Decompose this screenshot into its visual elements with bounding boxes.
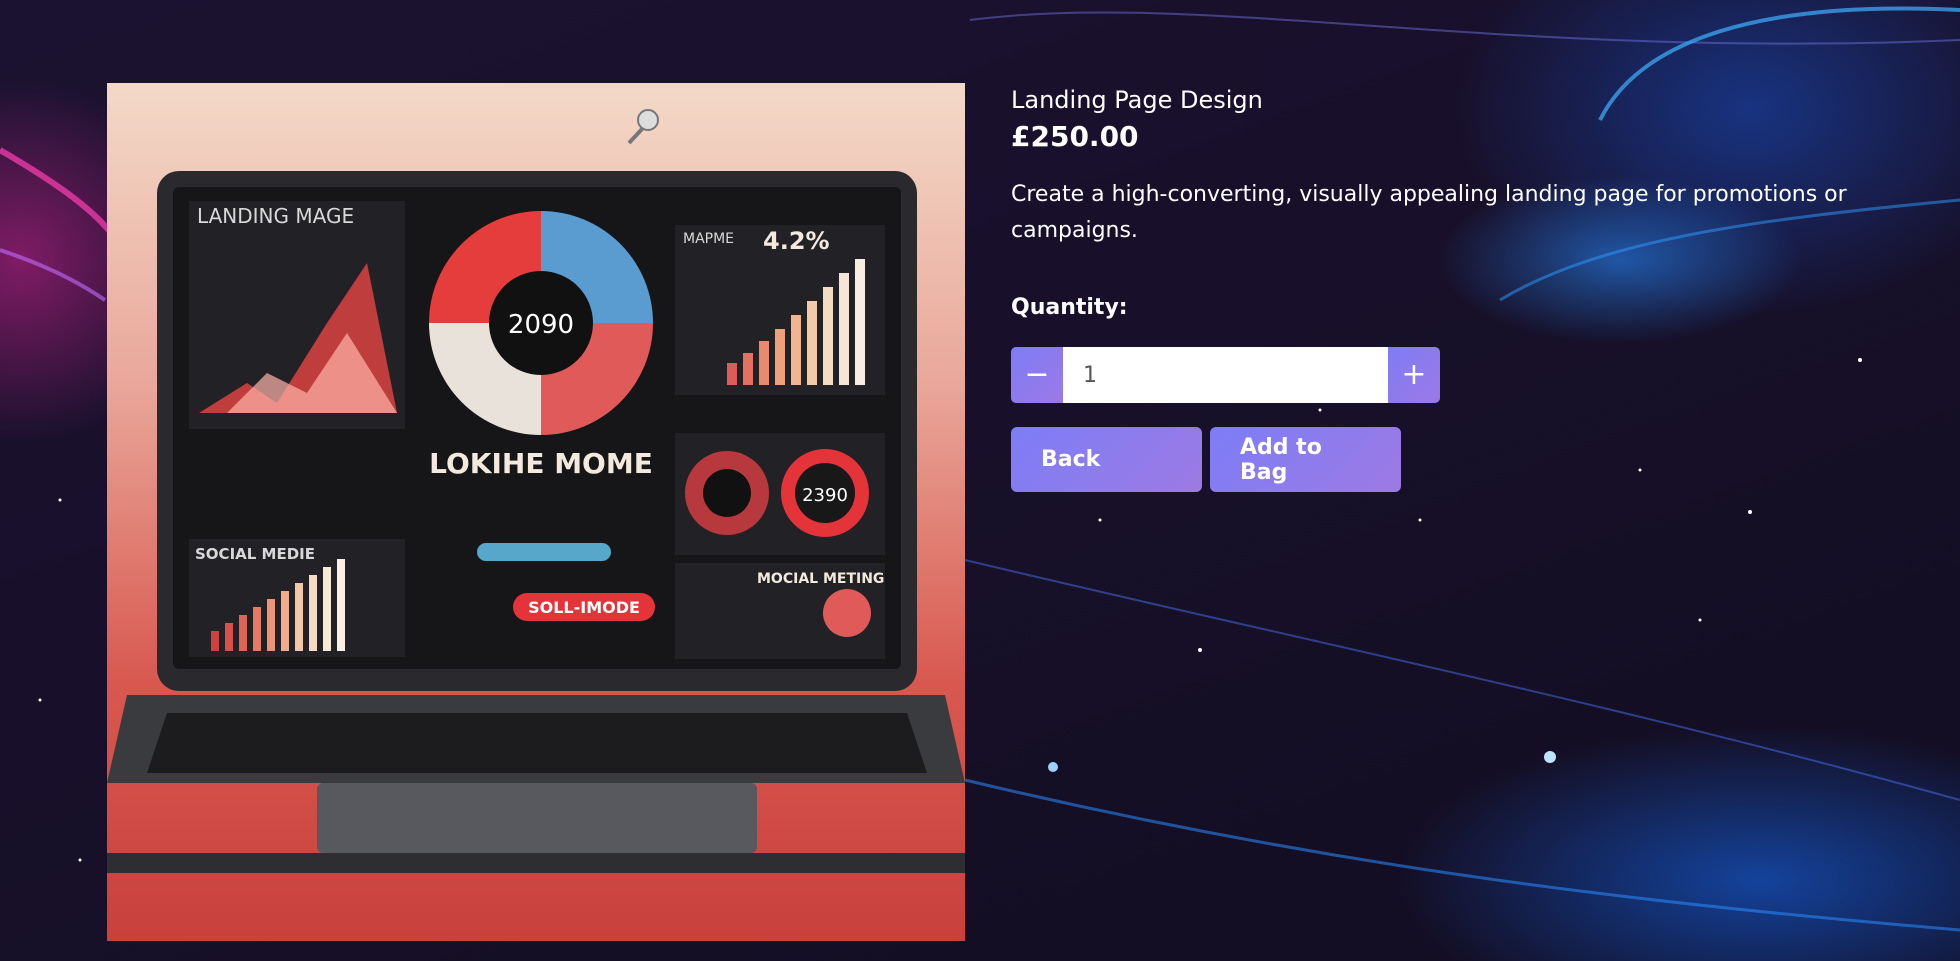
decrement-button[interactable]: − — [1011, 347, 1063, 403]
action-buttons: Back Add to Bag — [1011, 427, 1871, 492]
pin-icon — [627, 109, 659, 145]
quantity-stepper: − + — [1011, 347, 1440, 403]
quantity-input[interactable] — [1063, 347, 1388, 403]
add-to-bag-button[interactable]: Add to Bag — [1210, 427, 1401, 492]
screen-heading-left: LANDING MAGE — [197, 204, 354, 228]
minus-icon: − — [1024, 357, 1050, 392]
screen-social-meting: MOCIAL METING — [757, 571, 884, 587]
product-price: £250.00 — [1011, 120, 1139, 153]
back-button[interactable]: Back — [1011, 427, 1202, 492]
laptop-illustration: LANDING MAGE 2090 LOKIHE MOME SOLL-IMODE… — [107, 109, 965, 873]
screen-social: SOCIAL MEDIE — [195, 545, 315, 563]
screen-marketing: MAPME — [683, 231, 734, 247]
product-description: Create a high-converting, visually appea… — [1011, 182, 1847, 243]
screen-cta: SOLL-IMODE — [528, 598, 640, 617]
screen-center-metric: 2090 — [508, 310, 574, 340]
screen-percent: 4.2% — [763, 227, 830, 255]
screen-small-metric: 2390 — [802, 485, 848, 506]
plus-icon: + — [1401, 357, 1427, 392]
increment-button[interactable]: + — [1388, 347, 1440, 403]
quantity-label: Quantity: — [1011, 295, 1128, 320]
product-title: Landing Page Design — [1011, 86, 1263, 114]
product-image: LANDING MAGE 2090 LOKIHE MOME SOLL-IMODE… — [107, 83, 965, 941]
screen-center-title: LOKIHE MOME — [429, 447, 653, 480]
product-details: Landing Page Design £250.00 Create a hig… — [1011, 83, 1871, 492]
